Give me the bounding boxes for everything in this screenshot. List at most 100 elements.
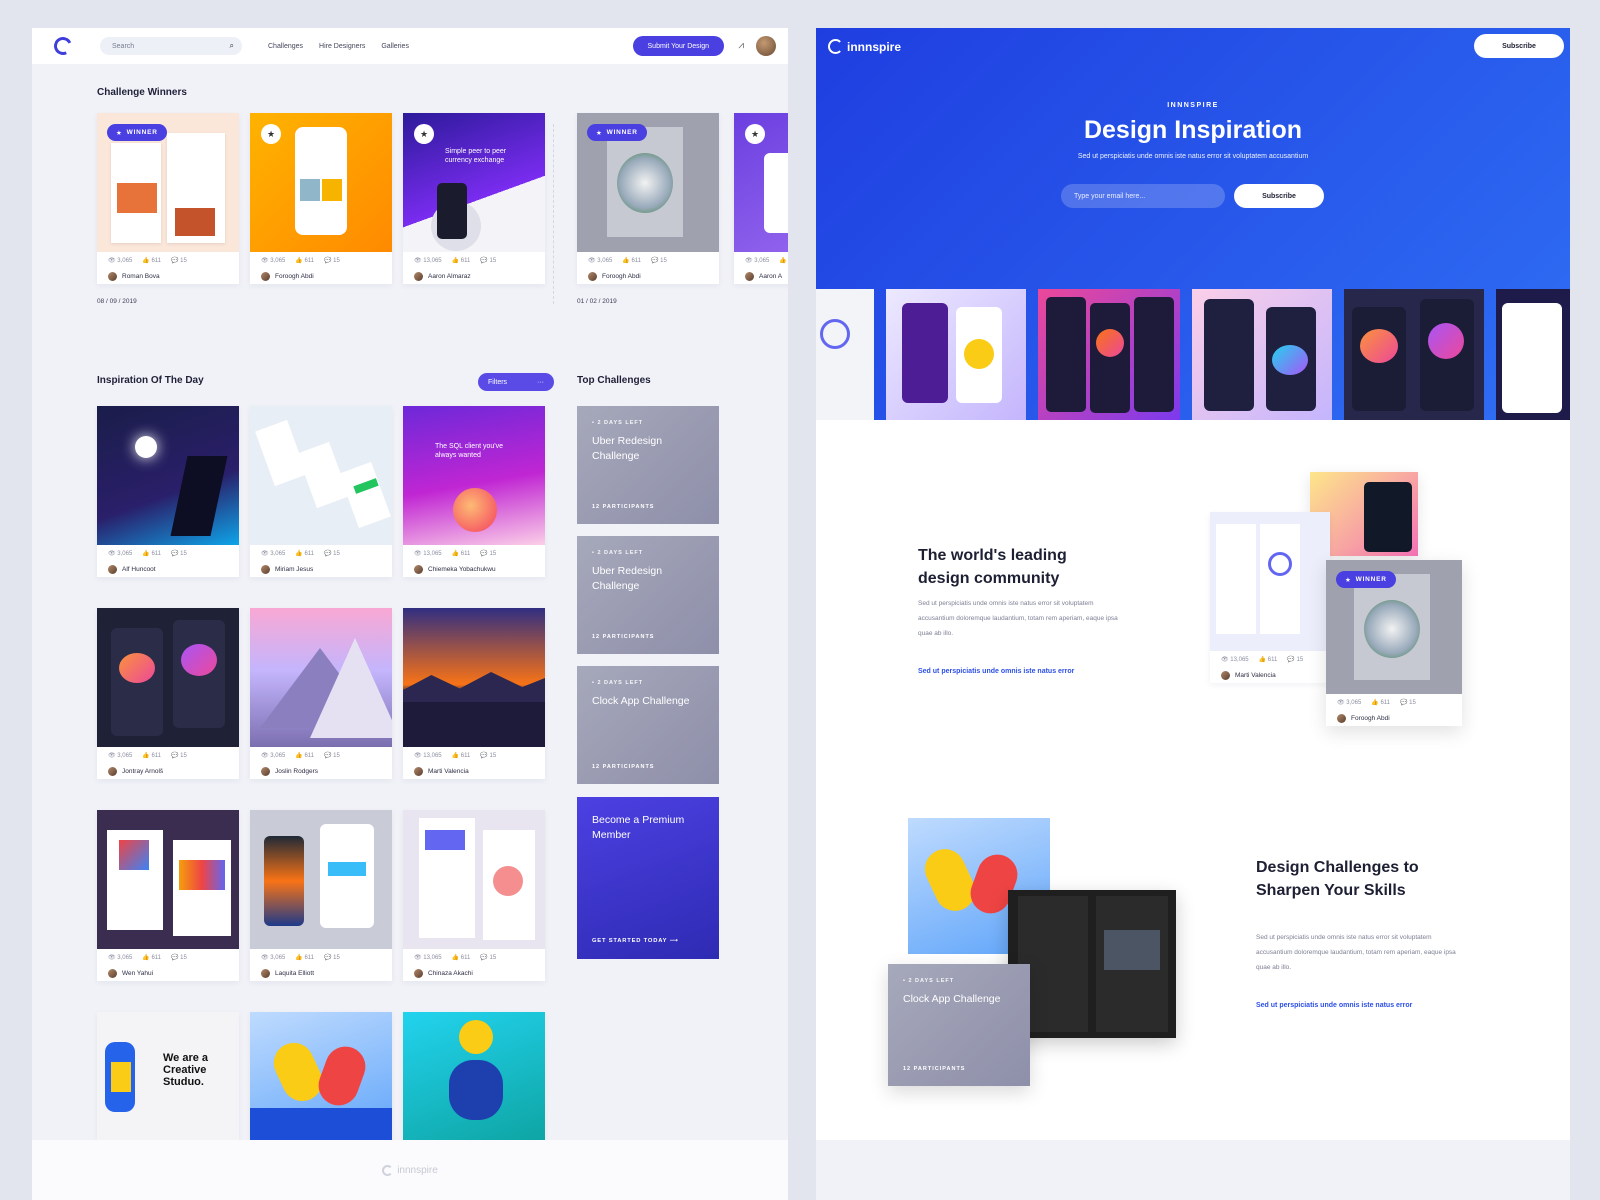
- card-author[interactable]: Chiemeka Yobachukwu: [403, 561, 545, 577]
- author-avatar: [1337, 713, 1346, 723]
- logo-icon[interactable]: [51, 34, 75, 58]
- winner-card[interactable]: ★ 👁 3,065 👍 611 💬 15 Foroogh Abdi: [250, 113, 392, 284]
- inspiration-thumbnail: [250, 406, 392, 545]
- card-stats: 👁 3,065👍 611💬 15: [261, 752, 340, 759]
- nav-hire-designers[interactable]: Hire Designers: [319, 43, 365, 50]
- star-icon[interactable]: ★: [261, 124, 281, 144]
- subscribe-hero-button[interactable]: Subscribe: [1234, 184, 1324, 208]
- card-author[interactable]: Foroogh Abdi: [250, 268, 392, 284]
- inspiration-thumbnail: [97, 810, 239, 949]
- showcase-card[interactable]: ★ WINNER 👁 3,065 👍 611 💬 15 Foroogh Abdi: [1326, 560, 1462, 726]
- feature-link[interactable]: Sed ut perspiciatis unde omnis iste natu…: [1256, 1002, 1412, 1009]
- showcase-shot[interactable]: [1496, 289, 1570, 420]
- premium-card[interactable]: Become a Premium Member GET STARTED TODA…: [577, 797, 719, 959]
- hero-subtitle: Sed ut perspiciatis unde omnis iste natu…: [1077, 153, 1309, 160]
- inspiration-card[interactable]: We are a Creative Studuo.: [97, 1012, 239, 1140]
- currency-headline: Simple peer to peer currency exchange: [445, 148, 507, 164]
- search-icon[interactable]: ⌕: [230, 41, 234, 51]
- email-input[interactable]: Type your email here...: [1061, 184, 1225, 208]
- premium-title: Become a Premium Member: [592, 814, 685, 841]
- card-stats: 👁 3,065👍 611💬 15: [261, 954, 340, 961]
- card-author[interactable]: Jontray Arnolš: [97, 763, 239, 779]
- inspiration-thumbnail: [97, 406, 239, 545]
- inspiration-card[interactable]: 👁 3,065 👍 611 💬 15 Laquita Elliott: [250, 810, 392, 981]
- showcase-shot[interactable]: [816, 289, 874, 420]
- card-author[interactable]: Miriam Jesus: [250, 561, 392, 577]
- card-author[interactable]: Marti Valencia: [1210, 667, 1330, 683]
- star-icon[interactable]: ★: [745, 124, 765, 144]
- inspiration-card[interactable]: 👁 3,065 👍 611 💬 15 Wen Yahui: [97, 810, 239, 981]
- winner-card[interactable]: ★ 👁 3,065👍 611💬 15 Aaron A: [734, 113, 788, 284]
- card-author[interactable]: Roman Bova: [97, 268, 239, 284]
- winner-thumbnail: ★: [250, 113, 392, 252]
- inspiration-card[interactable]: 👁 3,065 👍 611 💬 15 Alf Huncoot: [97, 406, 239, 577]
- inspiration-thumbnail: [250, 608, 392, 747]
- winner-badge: ★ WINNER: [107, 124, 167, 141]
- card-author[interactable]: Alf Huncoot: [97, 561, 239, 577]
- author-avatar: [414, 968, 423, 978]
- card-stats: 👁 3,065👍 611💬 15: [745, 257, 788, 264]
- inspiration-card[interactable]: 👁 3,065 👍 611 💬 15 Joslin Rodgers: [250, 608, 392, 779]
- winner-card[interactable]: Simple peer to peer currency exchange ★ …: [403, 113, 545, 284]
- card-author[interactable]: Marti Valencia: [403, 763, 545, 779]
- winner-card[interactable]: ★ WINNER 👁 3,065 👍 611 💬 15 Foroogh Abdi: [577, 113, 719, 284]
- inspiration-card[interactable]: The SQL client you've always wanted 👁 13…: [403, 406, 545, 577]
- card-stats: 👁 3,065👍 611💬 15: [108, 752, 187, 759]
- feature-link[interactable]: Sed ut perspiciatis unde omnis iste natu…: [918, 668, 1074, 675]
- submit-design-button[interactable]: Submit Your Design: [632, 36, 724, 56]
- challenge-card[interactable]: • 2 DAYS LEFT Uber Redesign Challenge 12…: [577, 536, 719, 654]
- showcase-card[interactable]: 👁 13,065 👍 611 💬 15 Marti Valencia: [1210, 512, 1330, 683]
- card-stats: 👁 3,065👍 611💬 15: [261, 550, 340, 557]
- showcase-shot[interactable]: [1008, 890, 1176, 1038]
- inspiration-card[interactable]: 👁 3,065 👍 611 💬 15 Jontray Arnolš: [97, 608, 239, 779]
- inspiration-card[interactable]: 👁 13,065 👍 611 💬 15 Chinaza Akachi: [403, 810, 545, 981]
- brand-logo[interactable]: innnspire: [828, 39, 901, 54]
- search-input[interactable]: Search ⌕: [100, 37, 242, 55]
- card-stats: 👁 13,065 👍 611 💬 15: [414, 550, 497, 557]
- card-author[interactable]: Laquita Elliott: [250, 965, 392, 981]
- challenge-card[interactable]: • 2 DAYS LEFT Clock App Challenge 12 PAR…: [577, 666, 719, 784]
- author-avatar: [261, 766, 270, 776]
- inspiration-thumbnail: [403, 1012, 545, 1140]
- inspiration-card[interactable]: [403, 1012, 545, 1140]
- star-icon[interactable]: ★: [414, 124, 434, 144]
- author-avatar: [588, 271, 597, 281]
- filters-button[interactable]: Filters ···: [478, 373, 554, 391]
- showcase-shot[interactable]: [886, 289, 1026, 420]
- activity-icon[interactable]: ⩘: [738, 40, 744, 51]
- card-author[interactable]: Chinaza Akachi: [403, 965, 545, 981]
- feature-text: Sed ut perspiciatis unde omnis iste natu…: [1256, 934, 1456, 971]
- footer: innnspire: [32, 1140, 788, 1200]
- showcase-shot[interactable]: [1038, 289, 1180, 420]
- inspiration-card[interactable]: 👁 13,065 👍 611 💬 15 Marti Valencia: [403, 608, 545, 779]
- winner-badge: ★ WINNER: [587, 124, 647, 141]
- inspiration-card[interactable]: [250, 1012, 392, 1140]
- get-started-link[interactable]: GET STARTED TODAY ⟶: [592, 938, 679, 944]
- subscribe-top-button[interactable]: Subscribe: [1474, 34, 1564, 58]
- card-stats: 👁 3,065👍 611💬 15: [97, 252, 239, 268]
- inspiration-thumbnail: [250, 810, 392, 949]
- nav-galleries[interactable]: Galleries: [381, 43, 409, 50]
- card-author[interactable]: Wen Yahui: [97, 965, 239, 981]
- star-icon: ★: [116, 129, 123, 137]
- user-avatar[interactable]: [756, 36, 776, 56]
- nav-challenges[interactable]: Challenges: [268, 43, 303, 50]
- author-avatar: [414, 766, 423, 776]
- card-stats: 👁 3,065👍 611💬 15: [261, 257, 340, 264]
- challenge-card[interactable]: • 2 DAYS LEFT Clock App Challenge 12 PAR…: [888, 964, 1030, 1086]
- showcase-shot[interactable]: [1192, 289, 1332, 420]
- card-author[interactable]: Aaron Almaraz: [403, 268, 545, 284]
- card-author[interactable]: Aaron A: [734, 268, 788, 284]
- inspiration-card[interactable]: 👁 3,065 👍 611 💬 15 Miriam Jesus: [250, 406, 392, 577]
- card-author[interactable]: Foroogh Abdi: [1326, 710, 1462, 726]
- divider: [553, 124, 554, 304]
- showcase-shot[interactable]: [1344, 289, 1484, 420]
- challenge-card[interactable]: • 2 DAYS LEFT Uber Redesign Challenge 12…: [577, 406, 719, 524]
- card-author[interactable]: Foroogh Abdi: [577, 268, 719, 284]
- landing-panel: innnspire Subscribe INNNSPIRE Design Ins…: [816, 28, 1570, 1200]
- footer: [816, 1140, 1570, 1200]
- winner-date: 08 / 09 / 2019: [97, 298, 137, 305]
- feature-title: Design Challenges to Sharpen Your Skills: [1256, 859, 1419, 899]
- card-author[interactable]: Joslin Rodgers: [250, 763, 392, 779]
- winner-card[interactable]: ★ WINNER 👁 3,065 👍 611 💬 15 Roman Bova: [97, 113, 239, 284]
